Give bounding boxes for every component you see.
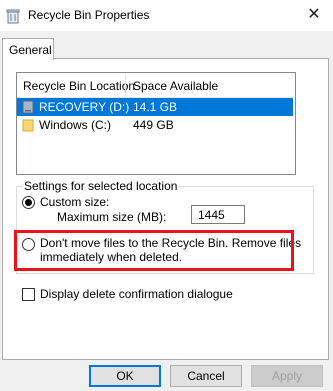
apply-button[interactable]: Apply: [251, 365, 323, 387]
column-header-space[interactable]: Space Available: [133, 79, 218, 93]
title-bar: Recycle Bin Properties ✕: [0, 0, 333, 31]
window-title: Recycle Bin Properties: [28, 8, 150, 22]
drive-icon: [22, 100, 34, 114]
confirm-delete-checkbox[interactable]: [22, 288, 35, 301]
location-name: RECOVERY (D:): [39, 100, 130, 114]
max-size-label: Maximum size (MB):: [57, 210, 167, 224]
list-row-recovery[interactable]: RECOVERY (D:) 14.1 GB: [17, 98, 293, 116]
confirm-delete-label[interactable]: Display delete confirmation dialogue: [40, 287, 233, 301]
close-button[interactable]: ✕: [301, 4, 327, 26]
settings-group-label: Settings for selected location: [22, 179, 180, 193]
column-separator[interactable]: [125, 74, 126, 96]
space-available: 14.1 GB: [133, 100, 178, 114]
close-icon: ✕: [307, 6, 321, 23]
list-row-windows[interactable]: Windows (C:) 449 GB: [17, 116, 293, 134]
folder-icon: [22, 119, 34, 132]
list-header: Recycle Bin Location Space Available: [17, 73, 295, 98]
space-available: 449 GB: [133, 118, 174, 132]
annotation-highlight-box: [14, 230, 294, 271]
custom-size-radio[interactable]: [22, 196, 35, 209]
recycle-bin-icon: [6, 9, 20, 24]
custom-size-label[interactable]: Custom size:: [40, 195, 109, 209]
location-name: Windows (C:): [39, 118, 112, 132]
column-header-location[interactable]: Recycle Bin Location: [23, 79, 135, 93]
tab-general[interactable]: General: [2, 38, 54, 60]
max-size-input[interactable]: [191, 205, 245, 224]
cancel-button[interactable]: Cancel: [170, 365, 242, 387]
ok-button[interactable]: OK: [89, 365, 161, 387]
location-list[interactable]: Recycle Bin Location Space Available REC…: [16, 72, 296, 175]
tab-general-label: General: [9, 43, 52, 57]
